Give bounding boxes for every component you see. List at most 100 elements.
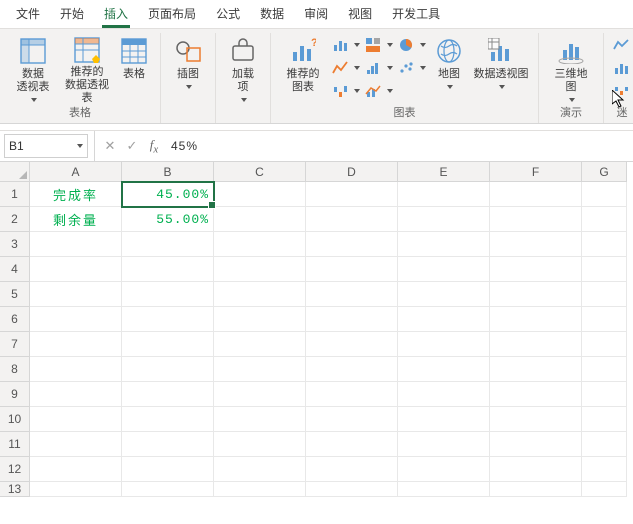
formula-input[interactable]: 45% (165, 135, 633, 157)
cell-E3[interactable] (398, 232, 490, 257)
addins-button[interactable]: 加载 项 (222, 35, 264, 105)
tab-pagelayout[interactable]: 页面布局 (138, 1, 206, 28)
cell-A8[interactable] (30, 357, 122, 382)
cell-A2[interactable]: 剩余量 (30, 207, 122, 232)
cell-E2[interactable] (398, 207, 490, 232)
col-header-A[interactable]: A (30, 162, 122, 182)
cell-B4[interactable] (122, 257, 214, 282)
cell-G2[interactable] (582, 207, 627, 232)
cell-G6[interactable] (582, 307, 627, 332)
row-header-8[interactable]: 8 (0, 357, 30, 382)
tab-developer[interactable]: 开发工具 (382, 1, 450, 28)
tab-insert[interactable]: 插入 (94, 1, 138, 28)
cell-B12[interactable] (122, 457, 214, 482)
cell-G1[interactable] (582, 182, 627, 207)
cell-B7[interactable] (122, 332, 214, 357)
row-header-1[interactable]: 1 (0, 182, 30, 207)
cell-G8[interactable] (582, 357, 627, 382)
cell-D12[interactable] (306, 457, 398, 482)
winloss-chart-button[interactable] (331, 81, 360, 101)
combo-chart-button[interactable] (364, 81, 393, 101)
cell-A7[interactable] (30, 332, 122, 357)
cell-A3[interactable] (30, 232, 122, 257)
cell-E1[interactable] (398, 182, 490, 207)
map-button[interactable]: 地图 (428, 35, 470, 105)
cell-C13[interactable] (214, 482, 306, 497)
col-header-B[interactable]: B (122, 162, 214, 182)
cell-B10[interactable] (122, 407, 214, 432)
illustrations-button[interactable]: 插图 (167, 35, 209, 105)
cell-D4[interactable] (306, 257, 398, 282)
pivot-table-button[interactable]: 数据 透视表 (6, 35, 60, 105)
tab-view[interactable]: 视图 (338, 1, 382, 28)
col-header-E[interactable]: E (398, 162, 490, 182)
cell-G4[interactable] (582, 257, 627, 282)
cell-F10[interactable] (490, 407, 582, 432)
cell-B11[interactable] (122, 432, 214, 457)
tab-formulas[interactable]: 公式 (206, 1, 250, 28)
cell-C6[interactable] (214, 307, 306, 332)
tab-review[interactable]: 审阅 (294, 1, 338, 28)
recommended-charts-button[interactable]: ? 推荐的 图表 (277, 35, 329, 105)
cell-B2[interactable]: 55.00% (122, 207, 214, 232)
cell-B9[interactable] (122, 382, 214, 407)
cell-F8[interactable] (490, 357, 582, 382)
row-header-3[interactable]: 3 (0, 232, 30, 257)
cell-G9[interactable] (582, 382, 627, 407)
cell-D9[interactable] (306, 382, 398, 407)
statistic-chart-button[interactable] (364, 58, 393, 78)
cell-C3[interactable] (214, 232, 306, 257)
cell-F11[interactable] (490, 432, 582, 457)
row-header-10[interactable]: 10 (0, 407, 30, 432)
cell-F6[interactable] (490, 307, 582, 332)
cell-C7[interactable] (214, 332, 306, 357)
cell-C12[interactable] (214, 457, 306, 482)
cell-E5[interactable] (398, 282, 490, 307)
cell-B1[interactable]: 45.00% (122, 182, 214, 207)
cell-B6[interactable] (122, 307, 214, 332)
cell-F2[interactable] (490, 207, 582, 232)
cell-D8[interactable] (306, 357, 398, 382)
tab-file[interactable]: 文件 (6, 1, 50, 28)
cell-E8[interactable] (398, 357, 490, 382)
cell-G5[interactable] (582, 282, 627, 307)
cell-E7[interactable] (398, 332, 490, 357)
cell-G13[interactable] (582, 482, 627, 497)
cell-F13[interactable] (490, 482, 582, 497)
row-header-9[interactable]: 9 (0, 382, 30, 407)
cell-D6[interactable] (306, 307, 398, 332)
cell-A13[interactable] (30, 482, 122, 497)
table-button[interactable]: 表格 (114, 35, 154, 105)
cell-G12[interactable] (582, 457, 627, 482)
cell-F9[interactable] (490, 382, 582, 407)
cell-E11[interactable] (398, 432, 490, 457)
cell-E9[interactable] (398, 382, 490, 407)
cell-D2[interactable] (306, 207, 398, 232)
row-header-4[interactable]: 4 (0, 257, 30, 282)
cell-F1[interactable] (490, 182, 582, 207)
cell-A1[interactable]: 完成率 (30, 182, 122, 207)
cell-C11[interactable] (214, 432, 306, 457)
cell-B8[interactable] (122, 357, 214, 382)
cell-C2[interactable] (214, 207, 306, 232)
line-chart-button[interactable] (331, 58, 360, 78)
cell-B13[interactable] (122, 482, 214, 497)
insert-function-button[interactable]: fx (143, 135, 165, 157)
cancel-formula-button[interactable]: ✕ (99, 135, 121, 157)
cell-C1[interactable] (214, 182, 306, 207)
cell-B3[interactable] (122, 232, 214, 257)
cell-A4[interactable] (30, 257, 122, 282)
scatter-chart-button[interactable] (397, 58, 426, 78)
col-header-C[interactable]: C (214, 162, 306, 182)
cell-A5[interactable] (30, 282, 122, 307)
row-header-6[interactable]: 6 (0, 307, 30, 332)
cell-D10[interactable] (306, 407, 398, 432)
pie-chart-button[interactable] (397, 35, 426, 55)
col-header-F[interactable]: F (490, 162, 582, 182)
column-chart-button[interactable] (331, 35, 360, 55)
row-header-2[interactable]: 2 (0, 207, 30, 232)
cell-B5[interactable] (122, 282, 214, 307)
cell-C10[interactable] (214, 407, 306, 432)
cell-D7[interactable] (306, 332, 398, 357)
name-box[interactable]: B1 (4, 134, 88, 158)
